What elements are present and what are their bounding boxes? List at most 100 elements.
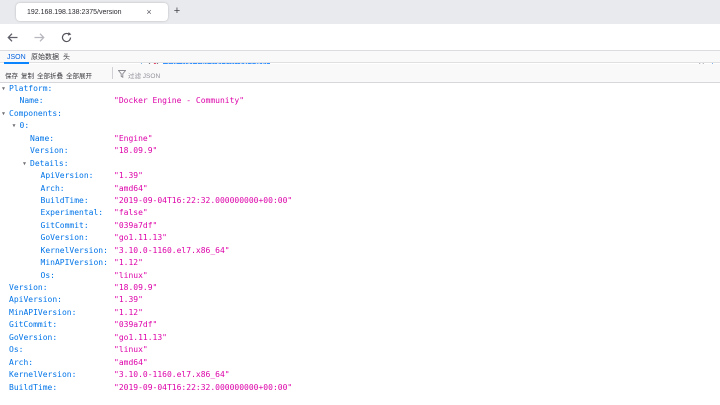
json-key: KernelVersion: bbox=[9, 370, 77, 380]
json-key: Os: bbox=[9, 345, 24, 355]
json-key: Components: bbox=[9, 108, 62, 118]
expand-arrow-icon[interactable]: ▼ bbox=[2, 108, 5, 120]
json-row: ApiVersion: "1.39" bbox=[0, 294, 720, 306]
json-row: MinAPIVersion: "1.12" bbox=[0, 307, 720, 319]
json-value: "1.39" bbox=[114, 171, 143, 181]
json-value: "3.10.0-1160.el7.x86_64" bbox=[114, 370, 230, 380]
json-key: GoVersion: bbox=[40, 233, 89, 243]
json-row: Version: "18.09.9" bbox=[0, 145, 720, 157]
forward-button[interactable] bbox=[31, 29, 48, 46]
json-key: GoVersion: bbox=[9, 332, 58, 342]
json-key: Platform: bbox=[9, 84, 53, 93]
json-row: KernelVersion: "3.10.0-1160.el7.x86_64" bbox=[0, 245, 720, 257]
expand-arrow-icon[interactable]: ▼ bbox=[13, 120, 16, 132]
json-row: GoVersion: "go1.11.13" bbox=[0, 232, 720, 244]
json-key: Version: bbox=[30, 146, 69, 156]
json-key: BuildTime: bbox=[9, 382, 58, 392]
collapse-all-button[interactable]: 全部折叠 bbox=[37, 70, 63, 80]
reload-icon bbox=[61, 32, 72, 43]
json-value: "1.12" bbox=[114, 307, 143, 317]
json-row[interactable]: ▼ Components: bbox=[0, 108, 720, 120]
json-row: ApiVersion: "1.39" bbox=[0, 170, 720, 182]
tab-headers-label: 头 bbox=[63, 54, 70, 61]
json-value: "039a7df" bbox=[114, 320, 158, 330]
json-key: MinAPIVersion: bbox=[40, 258, 108, 268]
navigation-toolbar: 192.168.198.138:2375/version ☆ bbox=[0, 24, 720, 75]
toolbar-separator bbox=[112, 67, 113, 79]
json-row: Arch: "amd64" bbox=[0, 183, 720, 195]
browser-tab-bar: 192.168.198.138:2375/version × + bbox=[0, 0, 720, 24]
json-value: "go1.11.13" bbox=[114, 332, 167, 342]
json-row: Os: "linux" bbox=[0, 344, 720, 356]
back-icon bbox=[7, 33, 18, 42]
tab-json-label: JSON bbox=[7, 53, 26, 61]
json-tree: ▼ Platform: Name: "Docker Engine - Communit… bbox=[0, 83, 720, 405]
json-value: "go1.11.13" bbox=[114, 233, 167, 243]
json-value: "1.12" bbox=[114, 258, 143, 268]
browser-tab-title: 192.168.198.138:2375/version bbox=[27, 8, 122, 16]
filter-funnel-icon bbox=[118, 70, 126, 78]
json-row: KernelVersion: "3.10.0-1160.el7.x86_64" bbox=[0, 369, 720, 381]
json-key: BuildTime: bbox=[40, 195, 89, 205]
json-value: "amd64" bbox=[114, 357, 148, 367]
browser-window: 192.168.198.138:2375/version × + JSON 原始… bbox=[0, 0, 720, 405]
json-key: ApiVersion: bbox=[40, 171, 94, 181]
json-row[interactable]: ▼ Platform: bbox=[0, 83, 720, 95]
json-key: Experimental: bbox=[40, 208, 104, 218]
jsonviewer-toolbar: 保存 复制 全部折叠 全部展开 过滤 JSON bbox=[0, 64, 720, 83]
json-value: "2019-09-04T16:22:32.000000000+00:00" bbox=[114, 195, 293, 205]
expand-arrow-icon[interactable]: ▼ bbox=[2, 83, 5, 95]
json-row[interactable]: ▼ 0: bbox=[0, 120, 720, 132]
json-value: "Engine" bbox=[114, 133, 153, 143]
json-row: GitCommit: "039a7df" bbox=[0, 220, 720, 232]
json-key: MinAPIVersion: bbox=[9, 307, 77, 317]
json-key: Arch: bbox=[40, 183, 65, 193]
json-key: Version: bbox=[9, 283, 48, 292]
copy-button[interactable]: 复制 bbox=[21, 70, 34, 80]
json-row: Name: "Engine" bbox=[0, 133, 720, 145]
json-value: "false" bbox=[114, 208, 148, 218]
json-row: Version: "18.09.9" bbox=[0, 282, 720, 294]
reload-button[interactable] bbox=[58, 29, 75, 46]
forward-icon bbox=[34, 33, 45, 42]
filter-json-input[interactable]: 过滤 JSON bbox=[128, 70, 160, 80]
new-tab-button[interactable]: + bbox=[168, 3, 186, 21]
json-value: "linux" bbox=[114, 345, 148, 355]
json-value: "18.09.9" bbox=[114, 146, 158, 156]
json-value: "linux" bbox=[114, 270, 148, 280]
json-row: BuildTime: "2019-09-04T16:22:32.000000000… bbox=[0, 195, 720, 207]
tab-headers[interactable]: 头 bbox=[63, 51, 70, 63]
expand-all-button[interactable]: 全部展开 bbox=[66, 70, 92, 80]
json-row: Os: "linux" bbox=[0, 270, 720, 282]
tab-raw-data[interactable]: 原始数据 bbox=[31, 51, 59, 63]
json-row: GitCommit: "039a7df" bbox=[0, 319, 720, 331]
json-key: KernelVersion: bbox=[40, 245, 108, 255]
json-key: GitCommit: bbox=[40, 220, 89, 230]
json-key: Arch: bbox=[9, 357, 34, 367]
json-row[interactable]: ▼ Details: bbox=[0, 158, 720, 170]
jsonviewer-tab-strip: JSON 原始数据 头 bbox=[0, 51, 720, 64]
json-row: Arch: "amd64" bbox=[0, 357, 720, 369]
json-key: Details: bbox=[30, 158, 69, 168]
expand-arrow-icon[interactable]: ▼ bbox=[23, 158, 26, 170]
json-key: ApiVersion: bbox=[9, 295, 62, 305]
json-value: "2019-09-04T16:22:32.000000000+00:00" bbox=[114, 382, 293, 392]
json-value: "18.09.9" bbox=[114, 283, 158, 292]
back-button[interactable] bbox=[4, 29, 21, 46]
save-button[interactable]: 保存 bbox=[5, 70, 18, 80]
json-row: GoVersion: "go1.11.13" bbox=[0, 332, 720, 344]
json-value: "amd64" bbox=[114, 183, 148, 193]
json-key: Name: bbox=[19, 96, 44, 106]
json-key: Name: bbox=[30, 133, 55, 143]
json-row: Name: "Docker Engine - Community" bbox=[0, 95, 720, 107]
json-key: GitCommit: bbox=[9, 320, 58, 330]
tab-raw-data-label: 原始数据 bbox=[31, 54, 59, 61]
json-value: "039a7df" bbox=[114, 220, 158, 230]
json-key: 0: bbox=[19, 121, 30, 131]
close-tab-icon[interactable]: × bbox=[142, 7, 156, 17]
json-value: "1.39" bbox=[114, 295, 143, 305]
browser-tab[interactable]: 192.168.198.138:2375/version × bbox=[16, 3, 168, 21]
json-row: Experimental: "false" bbox=[0, 207, 720, 219]
tab-json[interactable]: JSON bbox=[4, 51, 29, 64]
json-key: Os: bbox=[40, 270, 55, 280]
